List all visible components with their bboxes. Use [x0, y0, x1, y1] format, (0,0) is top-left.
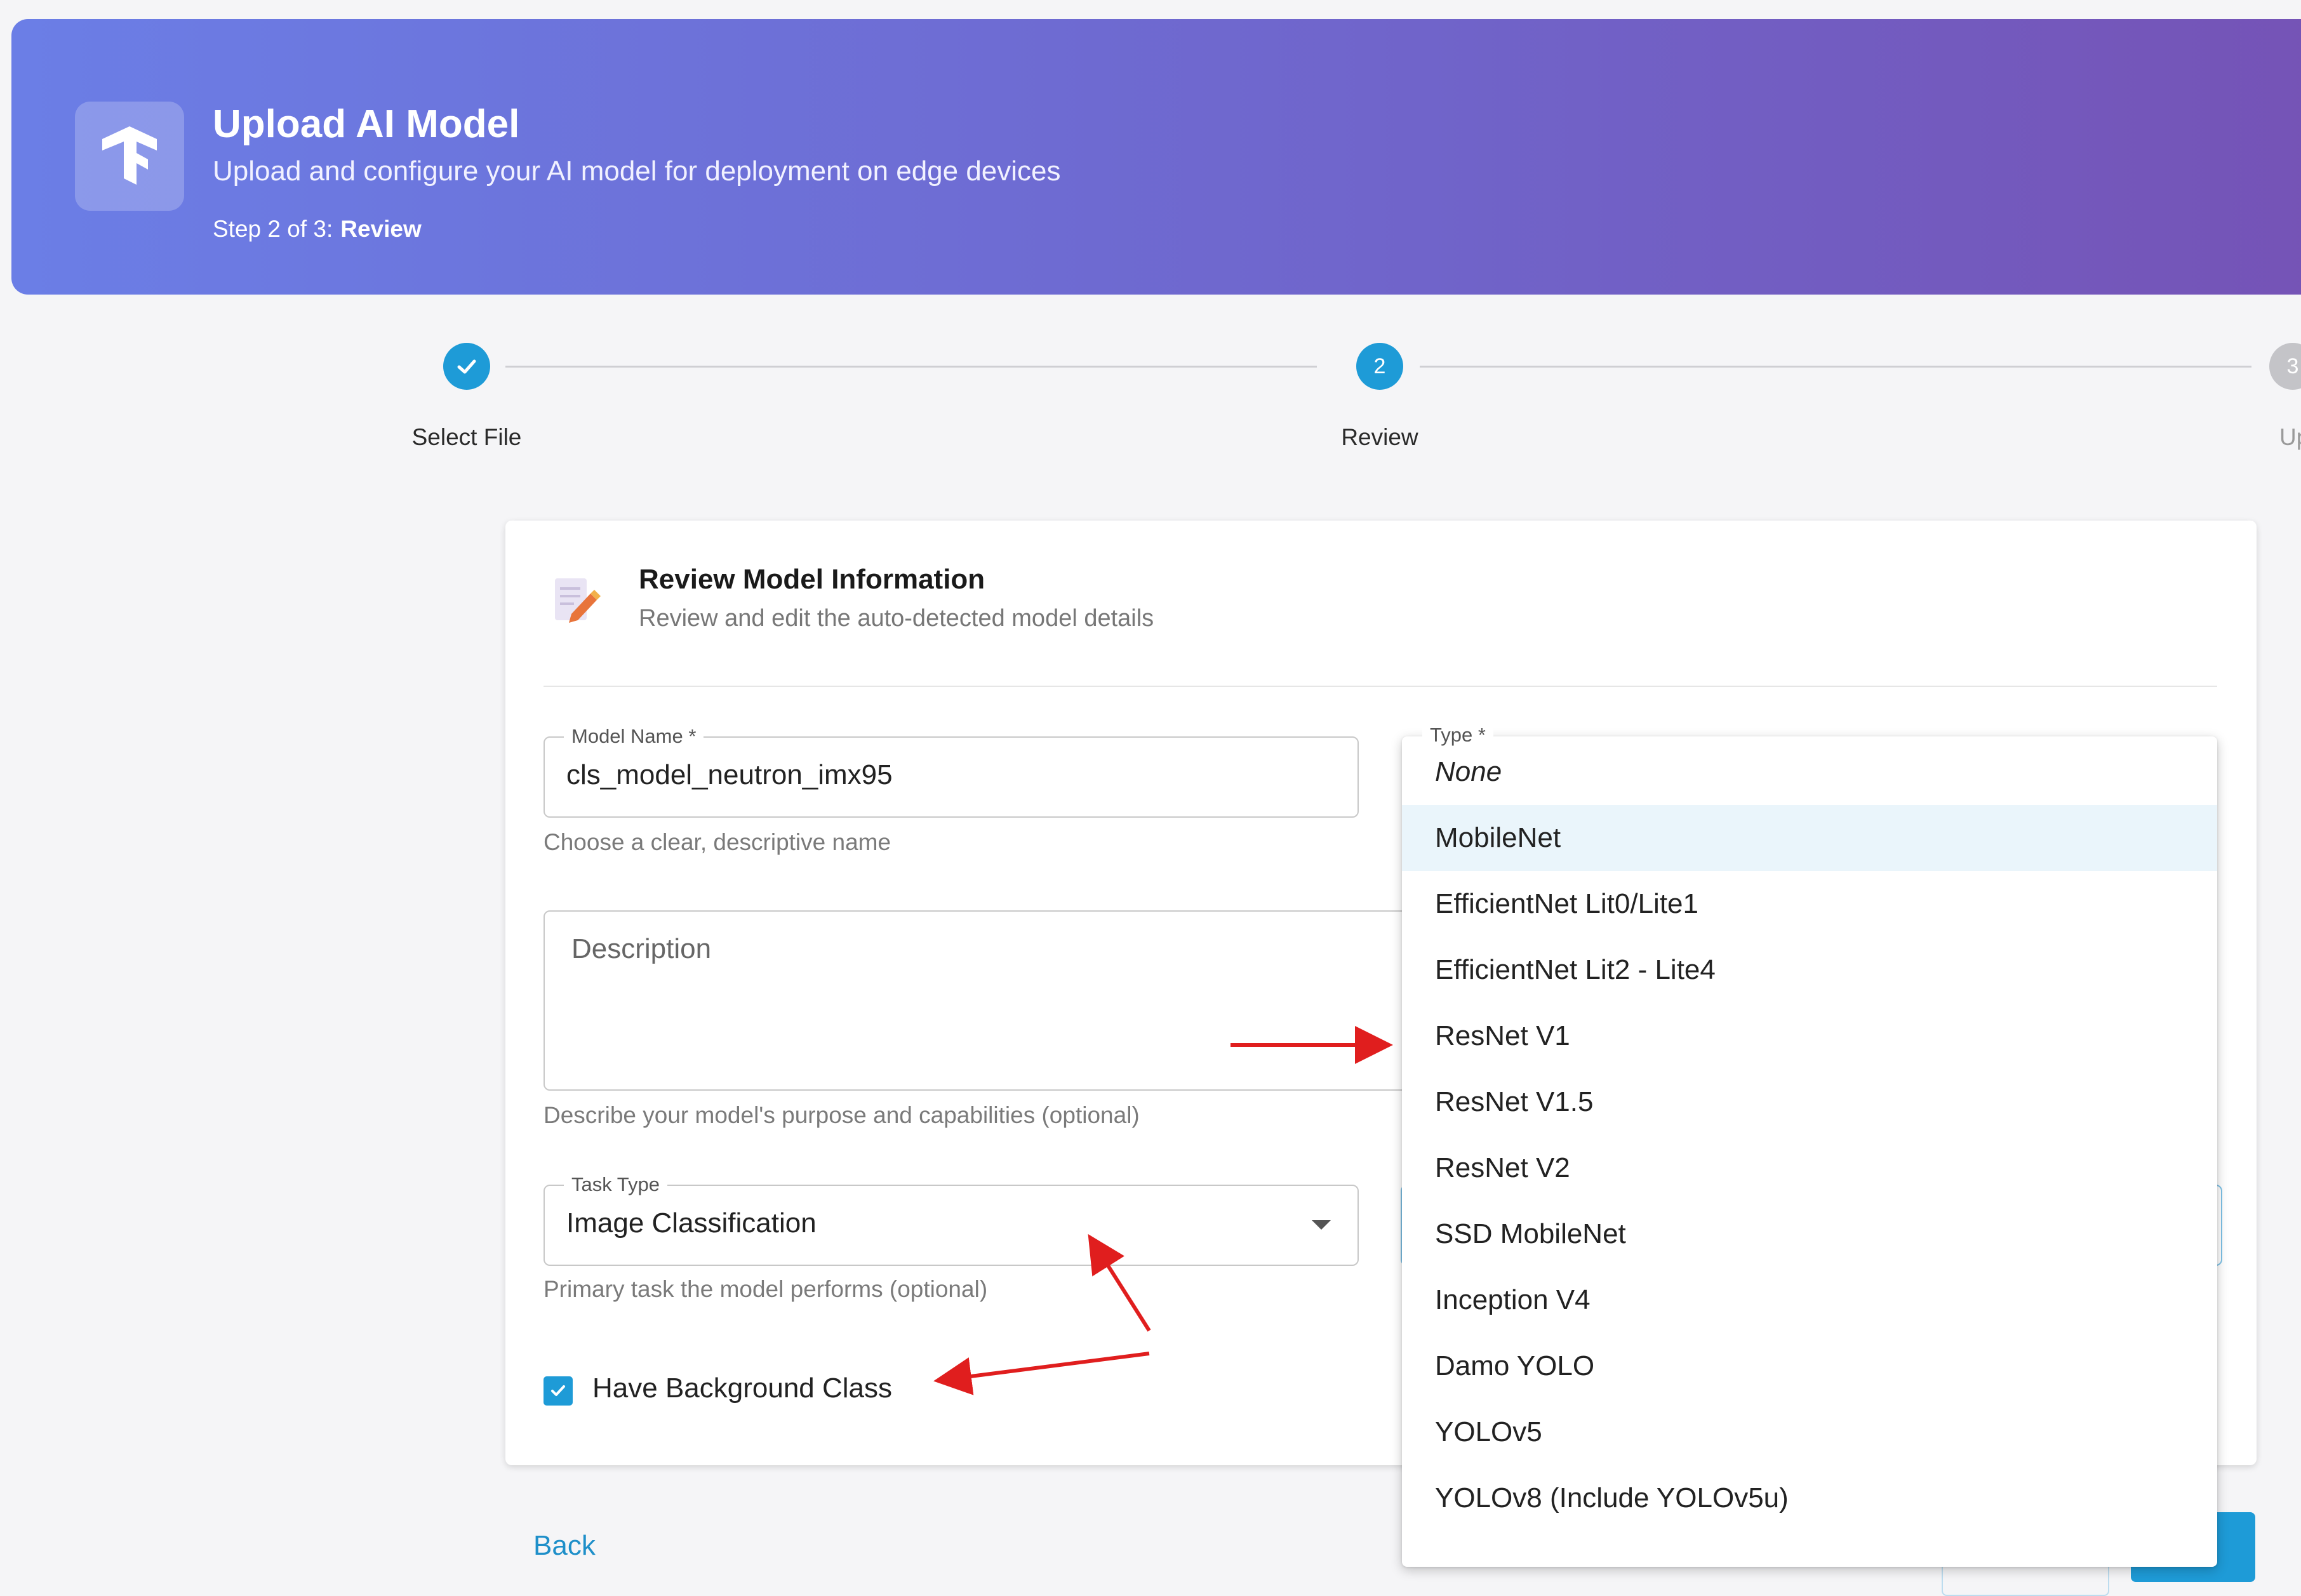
step-name: Review: [340, 216, 422, 242]
type-option-yolov5[interactable]: YOLOv5: [1402, 1399, 2217, 1465]
type-label: Type *: [1422, 724, 1493, 747]
background-class-label[interactable]: Have Background Class: [592, 1373, 892, 1404]
task-type-value: Image Classification: [566, 1207, 817, 1239]
description-placeholder: Description: [571, 933, 712, 964]
task-type-label: Task Type: [564, 1173, 668, 1196]
task-type-select[interactable]: Task Type Image Classification: [544, 1173, 1359, 1266]
tensorflow-logo-icon: [102, 126, 157, 185]
type-option-inception-v4[interactable]: Inception V4: [1402, 1267, 2217, 1333]
step-3-circle: 3: [2269, 343, 2301, 390]
type-option-yolov8[interactable]: YOLOv8 (Include YOLOv5u): [1402, 1465, 2217, 1531]
step-connector-1: [505, 366, 1317, 368]
chevron-down-icon[interactable]: [1312, 1220, 1331, 1230]
step-1-circle: [443, 343, 490, 390]
type-option-resnet-v1-5[interactable]: ResNet V1.5: [1402, 1069, 2217, 1135]
step-indicator: Step 2 of 3: Review: [213, 216, 422, 243]
type-dropdown-menu: None MobileNet EfficientNet Lit0/Lite1 E…: [1402, 736, 2217, 1567]
card-subtitle: Review and edit the auto-detected model …: [639, 605, 1154, 632]
app-logo: [75, 102, 184, 211]
card-divider: [544, 686, 2217, 687]
header-banner: Upload AI Model Upload and configure you…: [11, 19, 2301, 295]
type-option-mobilenet[interactable]: MobileNet: [1402, 805, 2217, 871]
type-option-efficientnet-lite2-lite4[interactable]: EfficientNet Lit2 - Lite4: [1402, 937, 2217, 1003]
type-option-ssd-mobilenet[interactable]: SSD MobileNet: [1402, 1201, 2217, 1267]
type-option-resnet-v1[interactable]: ResNet V1: [1402, 1003, 2217, 1069]
type-option-efficientnet-lite0-lite1[interactable]: EfficientNet Lit0/Lite1: [1402, 871, 2217, 937]
type-option-none[interactable]: None: [1402, 739, 2217, 805]
step-2-label: Review: [1341, 424, 1418, 450]
task-type-helper: Primary task the model performs (optiona…: [544, 1276, 988, 1302]
model-name-field[interactable]: Model Name * cls_model_neutron_imx95: [544, 725, 1359, 818]
description-helper: Describe your model's purpose and capabi…: [544, 1102, 1140, 1128]
card-title: Review Model Information: [639, 564, 985, 595]
step-3-label: Uplo: [2279, 424, 2301, 450]
step-2-number: 2: [1373, 354, 1386, 378]
step-connector-2: [1420, 366, 2251, 368]
model-name-value: cls_model_neutron_imx95: [566, 759, 893, 790]
step-1-label: Select File: [411, 424, 522, 450]
check-icon: [551, 1385, 565, 1396]
model-name-label: Model Name *: [564, 725, 704, 748]
description-field[interactable]: Description: [544, 910, 1410, 1091]
edit-document-icon: [555, 578, 601, 623]
step-prefix: Step 2 of 3:: [213, 216, 333, 242]
page-title: Upload AI Model: [213, 102, 520, 146]
page-subtitle: Upload and configure your AI model for d…: [213, 156, 1061, 187]
model-name-helper: Choose a clear, descriptive name: [544, 829, 891, 855]
back-button[interactable]: Back: [533, 1530, 596, 1562]
type-option-damo-yolo[interactable]: Damo YOLO: [1402, 1333, 2217, 1399]
step-3-number: 3: [2286, 354, 2299, 378]
step-2-circle: 2: [1356, 343, 1403, 390]
check-icon: [457, 359, 476, 374]
background-class-checkbox[interactable]: [544, 1376, 573, 1406]
type-option-resnet-v2[interactable]: ResNet V2: [1402, 1135, 2217, 1201]
